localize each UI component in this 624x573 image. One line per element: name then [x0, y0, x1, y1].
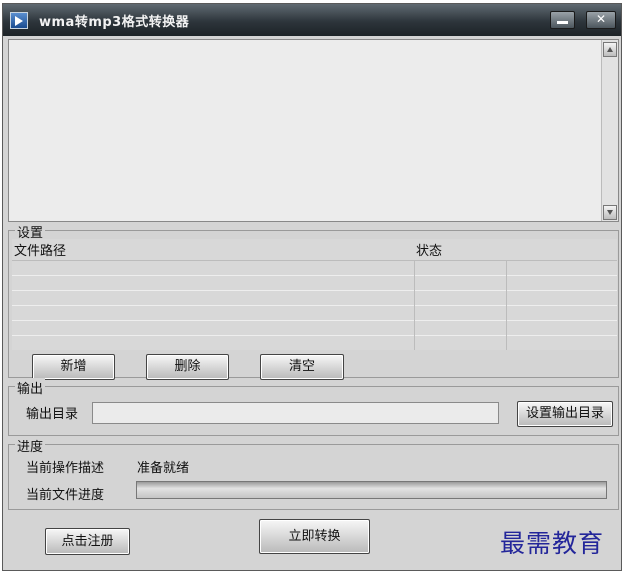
table-cell [414, 290, 507, 306]
table-cell [12, 320, 415, 336]
table-cell [414, 260, 507, 276]
file-table[interactable]: 文件路径 状态 [12, 239, 617, 350]
table-cell [414, 335, 507, 350]
current-operation-value: 准备就绪 [137, 461, 190, 476]
set-output-dir-button[interactable]: 设置输出目录 [517, 401, 613, 427]
output-dir-input[interactable] [92, 402, 499, 424]
output-group: 输出 输出目录 设置输出目录 [8, 378, 619, 436]
watermark-text: 最需教育 [500, 529, 605, 558]
table-cell [414, 320, 507, 336]
table-cell [414, 275, 507, 291]
progress-legend: 进度 [15, 436, 46, 455]
table-row[interactable] [12, 305, 617, 321]
output-dir-label: 输出目录 [26, 407, 79, 422]
minimize-button[interactable] [550, 11, 575, 29]
table-cell [12, 335, 415, 350]
table-cell [506, 275, 617, 291]
add-button[interactable]: 新增 [32, 354, 115, 380]
converter-window: wma转mp3格式转换器 ✕ 设置 文件路径 状态 新增 删除 清空 输出 输出… [2, 3, 622, 571]
settings-group: 设置 文件路径 状态 新增 删除 清空 [8, 222, 619, 380]
column-header-status: 状态 [414, 239, 506, 261]
table-row[interactable] [12, 260, 617, 276]
delete-button[interactable]: 删除 [146, 354, 229, 380]
table-cell [506, 290, 617, 306]
table-cell [506, 260, 617, 276]
file-table-header: 文件路径 状态 [12, 239, 617, 261]
clear-button[interactable]: 清空 [260, 354, 344, 380]
table-cell [506, 320, 617, 336]
minimize-icon [557, 21, 568, 24]
table-row[interactable] [12, 290, 617, 306]
table-cell [12, 290, 415, 306]
file-progress-bar [136, 481, 607, 499]
log-scrollbar[interactable] [601, 40, 618, 221]
log-textarea[interactable] [8, 39, 619, 222]
table-row[interactable] [12, 320, 617, 336]
register-button[interactable]: 点击注册 [45, 528, 130, 555]
app-icon [10, 12, 28, 29]
output-legend: 输出 [15, 378, 46, 397]
table-cell [12, 275, 415, 291]
column-header-extra [506, 239, 617, 261]
window-title: wma转mp3格式转换器 [39, 15, 190, 30]
scroll-down-icon[interactable] [603, 205, 617, 220]
table-cell [414, 305, 507, 321]
table-cell [12, 305, 415, 321]
column-header-path: 文件路径 [12, 239, 414, 261]
table-row[interactable] [12, 335, 617, 350]
scroll-up-icon[interactable] [603, 42, 617, 57]
progress-group: 进度 当前操作描述 准备就绪 当前文件进度 [8, 436, 619, 510]
table-cell [506, 335, 617, 350]
convert-now-button[interactable]: 立即转换 [259, 519, 370, 554]
table-row[interactable] [12, 275, 617, 291]
table-cell [506, 305, 617, 321]
table-cell [12, 260, 415, 276]
current-file-progress-label: 当前文件进度 [26, 488, 105, 503]
title-bar[interactable]: wma转mp3格式转换器 ✕ [3, 4, 621, 36]
close-button[interactable]: ✕ [586, 11, 616, 29]
current-operation-label: 当前操作描述 [26, 461, 105, 476]
